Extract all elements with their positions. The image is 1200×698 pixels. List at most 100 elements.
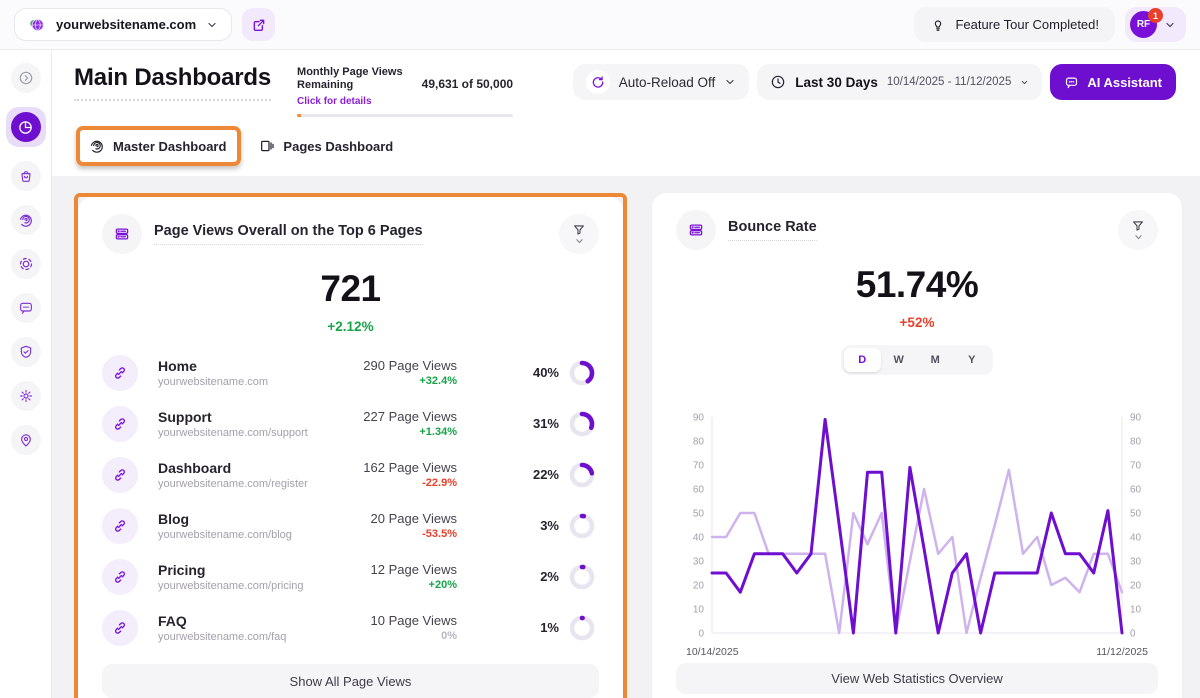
svg-text:30: 30 — [1130, 557, 1142, 568]
bounce-rate-value: 51.74% — [676, 264, 1158, 306]
sidebar-item-locations[interactable] — [11, 425, 41, 455]
card-title: Bounce Rate — [728, 219, 817, 241]
period-option-y[interactable]: Y — [954, 348, 991, 372]
bounce-rate-chart: 0010102020303040405050606070708080909010… — [676, 405, 1158, 663]
open-site-button[interactable] — [242, 8, 275, 41]
svg-text:80: 80 — [693, 437, 705, 448]
spiral-icon — [18, 212, 34, 228]
widget-icon — [676, 210, 716, 250]
page-share-percent: 40% — [533, 365, 559, 380]
pie-icon — [11, 112, 41, 142]
page-share-donut — [569, 462, 595, 488]
sidebar-item-dashboards[interactable] — [6, 107, 46, 147]
filter-button[interactable] — [559, 214, 599, 254]
pages-icon — [259, 138, 275, 154]
chat-icon — [1064, 75, 1079, 90]
sidebar-toggle[interactable] — [11, 63, 41, 93]
page-views-change: +32.4% — [309, 375, 457, 387]
page-views-change: 0% — [309, 630, 457, 642]
globe-icon — [28, 16, 46, 34]
tab-master-dashboard[interactable]: Master Dashboard — [87, 134, 228, 158]
chevron-down-icon — [206, 19, 218, 31]
feature-tour-button[interactable]: Feature Tour Completed! — [914, 7, 1115, 42]
clock-icon — [770, 74, 786, 90]
shield-icon — [18, 344, 34, 360]
svg-text:70: 70 — [1130, 461, 1142, 472]
dashboard-content: Page Views Overall on the Top 6 Pages 72… — [52, 176, 1200, 698]
page-title: Main Dashboards — [74, 64, 271, 101]
page-views-count: 20 Page Views — [309, 511, 457, 526]
page-row[interactable]: Home yourwebsitename.com 290 Page Views … — [102, 347, 599, 398]
svg-text:40: 40 — [1130, 533, 1142, 544]
period-option-w[interactable]: W — [881, 348, 918, 372]
page-views-card: Page Views Overall on the Top 6 Pages 72… — [78, 197, 623, 698]
feature-tour-label: Feature Tour Completed! — [955, 17, 1099, 32]
page-views-count: 227 Page Views — [309, 409, 457, 424]
site-selector[interactable]: yourwebsitename.com — [14, 8, 232, 41]
svg-text:10: 10 — [1130, 605, 1142, 616]
sidebar-item-sessions[interactable] — [11, 205, 41, 235]
site-selector-value: yourwebsitename.com — [56, 17, 196, 32]
link-icon — [102, 508, 138, 544]
svg-text:60: 60 — [1130, 485, 1142, 496]
svg-text:80: 80 — [1130, 437, 1142, 448]
page-row[interactable]: Dashboard yourwebsitename.com/register 1… — [102, 449, 599, 500]
lightbulb-icon — [930, 17, 946, 33]
quota-widget: Monthly Page Views Remaining 49,631 of 5… — [297, 66, 513, 117]
date-range-preset: Last 30 Days — [795, 75, 878, 90]
quota-details-link[interactable]: Click for details — [297, 96, 371, 107]
refresh-icon — [586, 70, 610, 94]
period-option-d[interactable]: D — [844, 348, 881, 372]
date-range-dates: 10/14/2025 - 11/12/2025 — [887, 76, 1011, 88]
page-url: yourwebsitename.com — [158, 376, 309, 388]
svg-text:60: 60 — [693, 485, 705, 496]
show-all-page-views-button[interactable]: Show All Page Views — [102, 664, 599, 698]
sidebar-item-heatmaps[interactable] — [11, 249, 41, 279]
page-row[interactable]: FAQ yourwebsitename.com/faq 10 Page View… — [102, 602, 599, 653]
view-web-statistics-button[interactable]: View Web Statistics Overview — [676, 663, 1158, 694]
quota-label: Monthly Page Views Remaining — [297, 66, 414, 91]
period-toggle: DWMY — [841, 345, 993, 375]
ai-assistant-label: AI Assistant — [1087, 75, 1162, 90]
page-name: Blog — [158, 511, 309, 527]
page-row[interactable]: Support yourwebsitename.com/support 227 … — [102, 398, 599, 449]
annotation-box-page-views-card: Page Views Overall on the Top 6 Pages 72… — [74, 193, 627, 698]
page-share-donut — [569, 564, 595, 590]
date-range-picker[interactable]: Last 30 Days 10/14/2025 - 11/12/2025 — [757, 64, 1042, 100]
page-name: FAQ — [158, 613, 309, 629]
svg-text:50: 50 — [693, 509, 705, 520]
page-share-percent: 2% — [540, 569, 559, 584]
page-row[interactable]: Pricing yourwebsitename.com/pricing 12 P… — [102, 551, 599, 602]
page-share-percent: 31% — [533, 416, 559, 431]
link-icon — [102, 457, 138, 493]
sidebar-item-settings[interactable] — [11, 381, 41, 411]
quota-progress-fill — [297, 114, 301, 117]
auto-reload-dropdown[interactable]: Auto-Reload Off — [573, 64, 750, 100]
user-menu[interactable]: RF 1 — [1125, 7, 1186, 42]
page-share-donut — [569, 615, 595, 641]
page-views-count: 12 Page Views — [309, 562, 457, 577]
external-link-icon — [251, 17, 267, 33]
bounce-rate-card: Bounce Rate 51.74% +52% DWMY 00101020203… — [652, 193, 1182, 698]
notification-badge: 1 — [1148, 8, 1163, 23]
page-url: yourwebsitename.com/pricing — [158, 580, 309, 592]
page-share-percent: 3% — [540, 518, 559, 533]
page-name: Pricing — [158, 562, 309, 578]
svg-text:20: 20 — [693, 581, 705, 592]
period-option-m[interactable]: M — [917, 348, 954, 372]
sidebar-item-security[interactable] — [11, 337, 41, 367]
link-icon — [102, 559, 138, 595]
tab-pages-dashboard[interactable]: Pages Dashboard — [257, 134, 395, 158]
page-share-percent: 22% — [533, 467, 559, 482]
chat-icon — [18, 300, 34, 316]
svg-text:0: 0 — [698, 629, 704, 640]
avatar: RF 1 — [1130, 11, 1157, 38]
ai-assistant-button[interactable]: AI Assistant — [1050, 64, 1176, 100]
page-header: Main Dashboards Monthly Page Views Remai… — [52, 50, 1200, 176]
sidebar-item-feedback[interactable] — [11, 293, 41, 323]
filter-button[interactable] — [1118, 210, 1158, 250]
sidebar-item-store[interactable] — [11, 161, 41, 191]
svg-text:40: 40 — [693, 533, 705, 544]
page-views-count: 290 Page Views — [309, 358, 457, 373]
page-row[interactable]: Blog yourwebsitename.com/blog 20 Page Vi… — [102, 500, 599, 551]
